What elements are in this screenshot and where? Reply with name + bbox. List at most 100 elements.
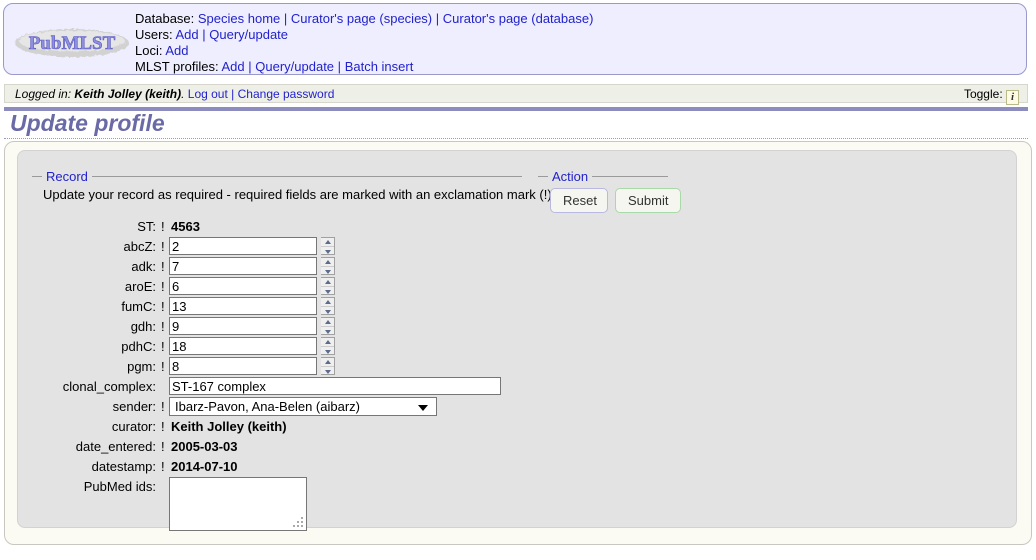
field-input-wrap-gdh [169, 317, 335, 335]
pubmlst-logo[interactable]: PubMLST [13, 26, 131, 60]
field-row-aroe: aroE: ! [43, 277, 503, 297]
fumc-stepper[interactable] [321, 297, 335, 315]
nav-link-users-add[interactable]: Add [175, 27, 198, 42]
caret-up-icon [324, 280, 331, 284]
stepper-up[interactable] [321, 258, 334, 267]
sender-selected-value: Ibarz-Pavon, Ana-Belen (aibarz) [175, 399, 360, 414]
field-row-sender: sender: ! Ibarz-Pavon, Ana-Belen (aibarz… [43, 397, 503, 417]
required-marker: ! [161, 399, 165, 414]
nav-label-loci: Loci: [135, 43, 163, 58]
stepper-down[interactable] [321, 307, 334, 316]
submit-button[interactable]: Submit [615, 188, 681, 213]
required-marker: ! [161, 219, 165, 234]
pdhc-input[interactable] [169, 337, 317, 355]
login-period: . [181, 87, 185, 101]
fumc-input[interactable] [169, 297, 317, 315]
aroe-stepper[interactable] [321, 277, 335, 295]
login-username: Keith Jolley (keith) [74, 87, 182, 101]
caret-down-icon [324, 349, 331, 354]
field-label-datestamp: datestamp: [91, 459, 156, 474]
abcz-stepper[interactable] [321, 237, 335, 255]
nav-link-species-home[interactable]: Species home [198, 11, 280, 26]
caret-up-icon [324, 360, 331, 364]
gdh-stepper[interactable] [321, 317, 335, 335]
nav-link-profiles-query-update[interactable]: Query/update [255, 59, 334, 74]
chevron-down-icon [418, 405, 428, 411]
nav-label-mlst-profiles: MLST profiles: [135, 59, 219, 74]
field-row-st: ST: ! 4563 [43, 217, 503, 237]
adk-stepper[interactable] [321, 257, 335, 275]
nav-line-loci: Loci: Add [135, 43, 593, 59]
nav-line-mlst-profiles: MLST profiles: Add | Query/update | Batc… [135, 59, 593, 75]
nav-link-users-query-update[interactable]: Query/update [209, 27, 288, 42]
info-icon[interactable]: i [1006, 90, 1019, 105]
sender-select[interactable]: Ibarz-Pavon, Ana-Belen (aibarz) [169, 397, 437, 416]
field-row-datestamp: datestamp: ! 2014-07-10 [43, 457, 503, 477]
login-status: Logged in: Keith Jolley (keith). Log out… [15, 87, 334, 101]
caret-down-icon [324, 289, 331, 294]
field-value-curator: Keith Jolley (keith) [171, 419, 287, 434]
pdhc-stepper[interactable] [321, 337, 335, 355]
content-shell: Record Action Update your record as requ… [4, 141, 1032, 545]
caret-down-icon [324, 249, 331, 254]
adk-input[interactable] [169, 257, 317, 275]
nav-sep: | [202, 27, 206, 42]
nav-link-loci-add[interactable]: Add [165, 43, 188, 58]
logout-link[interactable]: Log out [188, 87, 228, 101]
record-legend: Record [46, 169, 88, 184]
pgm-stepper[interactable] [321, 357, 335, 375]
pgm-input[interactable] [169, 357, 317, 375]
field-label-aroe: aroE: [124, 279, 156, 294]
required-marker: ! [161, 439, 165, 454]
stepper-down[interactable] [321, 367, 334, 376]
stepper-down[interactable] [321, 267, 334, 276]
field-label-pgm: pgm: [127, 359, 156, 374]
field-row-date-entered: date_entered: ! 2005-03-03 [43, 437, 503, 457]
nav-sep: | [283, 11, 288, 26]
clonal-complex-input[interactable] [169, 377, 501, 395]
toggle-label: Toggle: [963, 87, 1003, 101]
action-legend: Action [552, 169, 589, 184]
stepper-up[interactable] [321, 278, 334, 287]
aroe-input[interactable] [169, 277, 317, 295]
stepper-down[interactable] [321, 327, 334, 336]
nav-sep: | [248, 59, 252, 74]
nav-link-curator-species[interactable]: Curator's page (species) [291, 11, 432, 26]
pubmed-ids-textarea[interactable] [169, 477, 307, 531]
field-label-gdh: gdh: [130, 319, 156, 334]
required-marker: ! [161, 259, 165, 274]
caret-up-icon [324, 260, 331, 264]
nav-link-curator-database[interactable]: Curator's page (database) [443, 11, 594, 26]
stepper-down[interactable] [321, 347, 334, 356]
abcz-input[interactable] [169, 237, 317, 255]
title-bottom-rule [4, 138, 1028, 139]
caret-up-icon [324, 320, 331, 324]
field-row-pubmed-ids: PubMed ids: [43, 477, 503, 533]
required-marker: ! [161, 239, 165, 254]
nav-link-profiles-add[interactable]: Add [221, 59, 244, 74]
field-value-datestamp: 2014-07-10 [171, 459, 238, 474]
stepper-down[interactable] [321, 247, 334, 256]
reset-button[interactable]: Reset [550, 188, 608, 213]
caret-down-icon [324, 369, 331, 374]
stepper-up[interactable] [321, 238, 334, 247]
gdh-input[interactable] [169, 317, 317, 335]
required-marker: ! [161, 359, 165, 374]
field-label-st: ST: [137, 219, 156, 234]
login-sep: | [231, 87, 235, 101]
toggle-control[interactable]: Toggle: i [964, 87, 1019, 105]
field-label-sender: sender: [112, 399, 156, 414]
stepper-up[interactable] [321, 298, 334, 307]
stepper-up[interactable] [321, 338, 334, 347]
caret-down-icon [324, 309, 331, 314]
stepper-down[interactable] [321, 287, 334, 296]
record-hint: Update your record as required - require… [43, 187, 556, 202]
required-marker: ! [161, 299, 165, 314]
stepper-up[interactable] [321, 358, 334, 367]
field-label-pubmed-ids: PubMed ids: [83, 479, 156, 494]
change-password-link[interactable]: Change password [238, 87, 335, 101]
nav-link-profiles-batch-insert[interactable]: Batch insert [345, 59, 414, 74]
stepper-up[interactable] [321, 318, 334, 327]
field-row-curator: curator: ! Keith Jolley (keith) [43, 417, 503, 437]
field-label-fumc: fumC: [121, 299, 156, 314]
